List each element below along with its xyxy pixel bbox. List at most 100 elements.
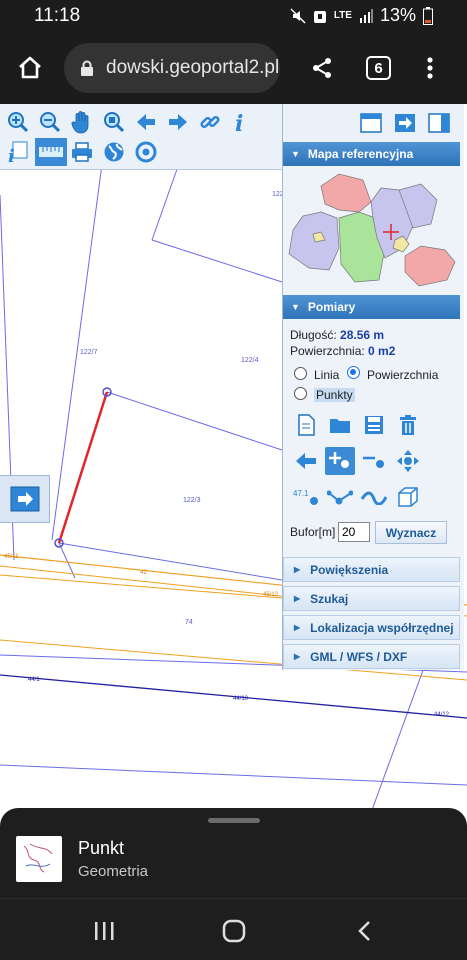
buffer-label: Bufor[m] (290, 525, 336, 539)
chevron-right-icon: ▶ (294, 652, 301, 661)
back-button[interactable] (344, 917, 384, 945)
export-section-header[interactable]: ▶ GML / WFS / DXF (283, 644, 460, 669)
info-document-icon: i (8, 141, 28, 164)
radio-points[interactable] (294, 387, 307, 400)
info-button[interactable]: i (227, 108, 257, 136)
home-nav-button[interactable] (214, 917, 254, 945)
polyline-button[interactable] (325, 483, 355, 511)
curve-icon (361, 491, 387, 505)
signal-icon (359, 8, 373, 23)
arrow-left-icon (137, 114, 155, 130)
delete-button[interactable] (393, 411, 423, 439)
chevron-right-icon: ▶ (294, 594, 301, 603)
cube-icon (398, 487, 418, 507)
arrow-right-box-icon (395, 114, 415, 132)
map-toolbar: i i (0, 104, 282, 170)
browser-toolbar: dowski.geoportal2.pl 6 (0, 32, 467, 104)
area-value: 0 m2 (368, 344, 396, 358)
move-point-button[interactable] (393, 447, 423, 475)
trash-icon (400, 415, 416, 435)
link-button[interactable] (195, 108, 225, 136)
svg-text:i: i (235, 111, 243, 134)
panel-dock-button[interactable] (425, 109, 453, 137)
home-icon (19, 56, 41, 79)
coordinate-point-button[interactable]: 47.1 (291, 483, 321, 511)
zoom-in-icon (8, 112, 29, 133)
buffer-input[interactable] (338, 522, 370, 542)
print-button[interactable] (67, 138, 97, 166)
previous-view-button[interactable] (131, 108, 161, 136)
mute-icon (290, 7, 306, 24)
zoom-out-button[interactable] (35, 108, 65, 136)
recents-button[interactable] (84, 917, 124, 945)
polyline-icon (327, 490, 353, 505)
arrow-right-icon (169, 114, 187, 130)
line-label: 44/10 (233, 696, 249, 702)
radio-line[interactable] (294, 367, 307, 380)
target-icon (135, 141, 157, 163)
undo-point-button[interactable] (291, 447, 321, 475)
globe-button[interactable] (99, 138, 129, 166)
radio-area[interactable] (347, 366, 360, 379)
target-button[interactable] (131, 138, 161, 166)
expand-panel-button[interactable] (0, 475, 50, 523)
system-navigation-bar (0, 898, 467, 960)
search-section-header[interactable]: ▶ Szukaj (283, 586, 460, 611)
chevron-right-icon: ▶ (294, 623, 301, 632)
zoom-section-header[interactable]: ▶ Powiększenia (283, 557, 460, 582)
document-icon (298, 414, 315, 436)
volume-button[interactable] (393, 483, 423, 511)
lock-icon (81, 60, 93, 76)
radio-line-label: Linia (314, 368, 340, 382)
home-circle-icon (222, 919, 246, 943)
reference-map-image (288, 173, 456, 287)
measure-button[interactable] (35, 138, 67, 166)
svg-text:i: i (8, 146, 15, 164)
back-icon (358, 921, 370, 941)
zoom-extent-button[interactable] (99, 108, 129, 136)
sidebar-icon (428, 113, 450, 133)
ruler-icon (39, 147, 63, 157)
panel-export-button[interactable] (391, 109, 419, 137)
area-label: Powierzchnia: (290, 344, 365, 358)
sheet-drag-handle[interactable] (208, 818, 260, 823)
share-button[interactable] (304, 50, 340, 86)
length-readout: Długość: 28.56 m (290, 328, 384, 342)
measurements-header[interactable]: ▼ Pomiary (283, 295, 460, 319)
reference-map[interactable] (287, 170, 459, 288)
coordinate-section-header[interactable]: ▶ Lokalizacja współrzędnej (283, 615, 460, 640)
share-icon (313, 58, 331, 78)
info-doc-button[interactable]: i (3, 138, 33, 166)
curve-button[interactable] (359, 483, 389, 511)
home-button[interactable] (12, 50, 48, 86)
sheet-thumbnail (16, 836, 62, 882)
tab-switcher-button[interactable]: 6 (366, 56, 391, 80)
line-label: 45/12 (263, 592, 279, 598)
bottom-sheet[interactable]: Punkt Geometria (0, 808, 467, 898)
thumbnail-image (23, 843, 53, 873)
new-measure-button[interactable] (291, 411, 321, 439)
reference-map-header[interactable]: ▼ Mapa referencyjna (283, 142, 460, 166)
hand-icon (71, 111, 89, 134)
arrow-right-box-icon (10, 486, 39, 512)
add-point-icon (329, 452, 349, 468)
url-bar[interactable]: dowski.geoportal2.pl (64, 43, 280, 93)
remove-point-button[interactable] (359, 447, 389, 475)
compute-button[interactable]: Wyznacz (375, 521, 447, 544)
open-button[interactable] (325, 411, 355, 439)
next-view-button[interactable] (163, 108, 193, 136)
zoom-out-icon (40, 112, 61, 133)
pan-button[interactable] (67, 108, 97, 136)
browser-menu-button[interactable] (412, 50, 448, 86)
coordinate-section-title: Lokalizacja współrzędnej (310, 620, 454, 635)
folder-icon (330, 419, 350, 433)
chevron-down-icon: ▼ (291, 149, 300, 159)
zoom-extent-icon (104, 112, 125, 133)
add-point-button[interactable] (325, 447, 355, 475)
panel-window-button[interactable] (357, 109, 385, 137)
status-icons: LTE 13% (290, 5, 433, 26)
save-button[interactable] (359, 411, 389, 439)
zoom-in-button[interactable] (3, 108, 33, 136)
more-vert-icon (427, 57, 433, 79)
panel-top-tools (283, 104, 464, 142)
